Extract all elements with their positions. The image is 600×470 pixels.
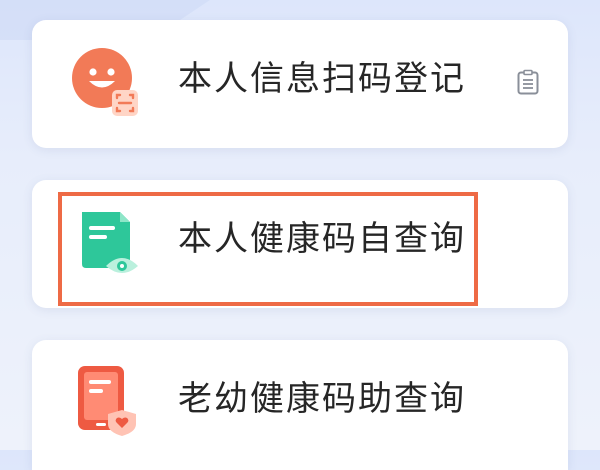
- card-label: 本人健康码自查询: [178, 219, 466, 259]
- card-label: 本人信息扫码登记: [178, 59, 466, 99]
- card-elderly-child-health-code-query[interactable]: 老幼健康码助查询: [32, 340, 568, 470]
- card-self-health-code-query[interactable]: 本人健康码自查询: [32, 180, 568, 308]
- phone-shield-icon: [78, 366, 136, 436]
- card-scan-registration[interactable]: 本人信息扫码登记: [32, 20, 568, 148]
- document-eye-icon: [82, 212, 138, 273]
- card-label: 老幼健康码助查询: [178, 379, 466, 419]
- smiley-scan-icon: [72, 48, 138, 116]
- clipboard-icon[interactable]: [516, 69, 540, 95]
